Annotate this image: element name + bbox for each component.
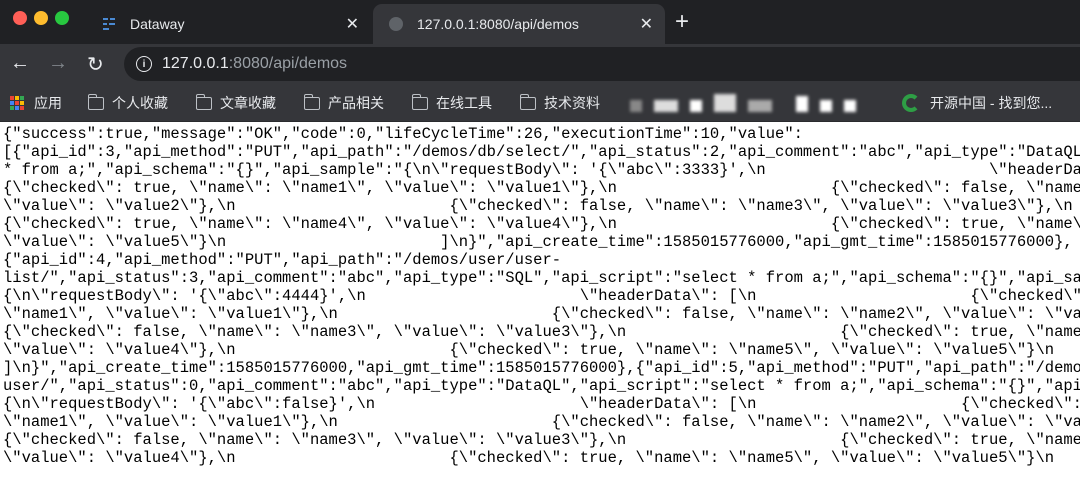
json-line: \"name1\", \"value\": \"value1\"},\n {\"… [3,305,1080,323]
json-line: {\"checked\": true, \"name\": \"name1\",… [3,179,1080,197]
folder-icon [196,93,212,110]
url-host: 127.0.0.1 [162,55,229,72]
folder-icon [88,93,104,110]
oschina-icon [902,94,920,112]
bookmark-label: 在线工具 [436,95,492,111]
tab-title: 127.0.0.1:8080/api/demos [417,16,579,32]
json-line: list/","api_status":3,"api_comment":"abc… [3,269,1080,287]
apps-grid-icon [10,96,24,110]
json-line: {\"checked\": false, \"name\": \"name3\"… [3,323,1080,341]
json-line: {\n\"requestBody\": '{\"abc\":4444}',\n … [3,287,1080,305]
reload-button[interactable]: ↻ [87,52,104,77]
address-bar[interactable]: i 127.0.0.1:8080/api/demos [124,47,1080,81]
bookmark-label: 开源中国 - 找到您... [930,95,1053,111]
folder-icon [412,93,428,110]
url-path: :8080/api/demos [228,55,348,72]
json-line: \"value\": \"value4\"},\n {\"checked\": … [3,341,1055,359]
folder-icon [304,93,320,110]
new-tab-button[interactable]: + [675,8,689,36]
json-line: user/","api_status":0,"api_comment":"abc… [3,377,1080,395]
json-line: \"value\": \"value2\"},\n {\"checked\": … [3,197,1073,215]
bookmark-folder-products[interactable]: 产品相关 [304,93,384,113]
close-tab-icon[interactable]: ✕ [346,14,359,34]
tab-dataway[interactable]: Dataway ✕ [86,4,371,44]
info-icon[interactable]: i [136,56,152,72]
toolbar: ← → ↻ i 127.0.0.1:8080/api/demos [0,44,1080,84]
bookmark-folder-tools[interactable]: 在线工具 [412,93,492,113]
bookmark-folder-tech[interactable]: 技术资料 [520,93,600,113]
bookmark-oschina[interactable]: 开源中国 - 找到您... [902,93,1052,113]
bookmark-label: 应用 [34,95,62,111]
bookmark-label: 个人收藏 [112,95,168,111]
tab-title: Dataway [130,16,185,32]
json-line: {\"checked\": true, \"name\": \"name4\",… [3,215,1080,233]
close-tab-icon[interactable]: ✕ [640,14,653,34]
bookmark-label: 文章收藏 [220,95,276,111]
dataway-icon [100,15,118,33]
json-line: [{"api_id":3,"api_method":"PUT","api_pat… [3,143,1080,161]
bookmark-apps[interactable]: 应用 [10,93,62,113]
back-button[interactable]: ← [10,52,30,75]
minimize-window-button[interactable] [34,11,48,25]
bookmark-folder-articles[interactable]: 文章收藏 [196,93,276,113]
forward-button[interactable]: → [48,52,68,75]
json-line: * from a;","api_schema":"{}","api_sample… [3,161,1080,179]
tab-bar: Dataway ✕ 127.0.0.1:8080/api/demos ✕ + [0,0,1080,44]
bookmark-label: 产品相关 [328,95,384,111]
folder-icon [520,93,536,110]
json-line: {"api_id":4,"api_method":"PUT","api_path… [3,251,562,269]
bookmark-folder-personal[interactable]: 个人收藏 [88,93,168,113]
bookmarks-bar: 应用 个人收藏 文章收藏 产品相关 在线工具 技术资料 开源中国 - 找到您..… [0,84,1080,122]
json-line: ]\n}","api_create_time":1585015776000,"a… [3,359,1080,377]
json-line: {\n\"requestBody\": '{\"abc\":false}',\n… [3,395,1080,413]
maximize-window-button[interactable] [55,11,69,25]
tab-api-demos[interactable]: 127.0.0.1:8080/api/demos ✕ [373,4,665,44]
json-response-body: {"success":true,"message":"OK","code":0,… [3,125,1080,467]
json-line: {\"checked\": false, \"name\": \"name3\"… [3,431,1080,449]
bookmark-label: 技术资料 [544,95,600,111]
json-line: \"value\": \"value4\"},\n {\"checked\": … [3,449,1055,467]
json-line: \"value\": \"value5\"}\n ]\n}","api_crea… [3,233,1073,251]
json-line: {"success":true,"message":"OK","code":0,… [3,125,803,143]
globe-icon [387,15,405,33]
json-line: \"name1\", \"value\": \"value1\"},\n {\"… [3,413,1080,431]
close-window-button[interactable] [13,11,27,25]
